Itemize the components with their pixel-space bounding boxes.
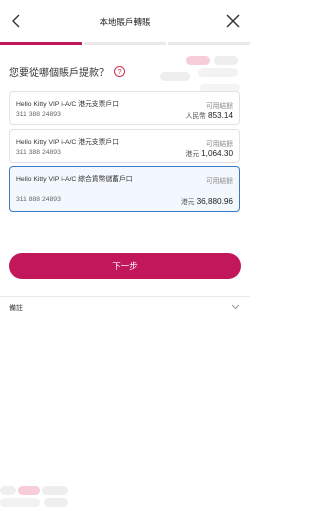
account-number: 311 888 24893: [16, 196, 61, 203]
question-text: 您要從哪個賬戶提款？: [9, 68, 109, 79]
progress-separator: [166, 42, 168, 45]
account-name: Hello Kitty VIP i-A/C 港元支票戶口: [16, 101, 119, 108]
decor-shape: [198, 68, 238, 77]
header-bar: 本地賬戶轉賬: [0, 0, 250, 42]
available-balance-label: 可用結餘: [205, 141, 233, 148]
account-number: 311 388 24893: [16, 111, 61, 118]
account-balance: 港元 36,880.96: [181, 196, 233, 206]
decor-shape: [44, 498, 68, 507]
account-name: Hello Kitty VIP i-A/C 港元支票戶口: [16, 139, 119, 146]
decor-shape: [0, 498, 40, 507]
step-progress-bar: [0, 42, 250, 45]
remark-label[interactable]: 備註: [9, 303, 23, 313]
question-circle-icon[interactable]: ?: [114, 66, 125, 77]
page-title: 本地賬戶轉賬: [99, 17, 151, 27]
close-icon[interactable]: [225, 13, 241, 29]
decor-shape: [186, 56, 210, 65]
balance-currency: 人民幣: [185, 113, 206, 120]
withdraw-account-question: 您要從哪個賬戶提款？ ?: [9, 64, 125, 79]
decor-shape: [160, 72, 190, 81]
decor-shape: [0, 486, 16, 495]
account-card[interactable]: Hello Kitty VIP i-A/C 港元支票戶口 311 388 248…: [9, 129, 240, 163]
decor-shape: [42, 486, 68, 495]
available-balance-label: 可用結餘: [205, 178, 233, 185]
balance-amount: 1,064.30: [201, 149, 233, 158]
next-button[interactable]: 下一步: [9, 253, 241, 279]
account-card-selected[interactable]: Hello Kitty VIP i-A/C 綜合貨幣儲蓄戶口 311 888 2…: [9, 166, 240, 212]
balance-amount: 853.14: [207, 111, 233, 120]
balance-currency: 港元: [185, 151, 200, 158]
account-balance: 人民幣 853.14: [186, 110, 233, 120]
decor-shape: [214, 56, 238, 65]
account-number: 311 388 24893: [16, 149, 61, 156]
available-balance-label: 可用結餘: [205, 103, 233, 110]
progress-separator: [82, 42, 84, 45]
progress-step-active: [0, 42, 82, 45]
balance-currency: 港元: [180, 199, 195, 206]
account-balance: 港元 1,064.30: [186, 148, 233, 158]
account-name: Hello Kitty VIP i-A/C 綜合貨幣儲蓄戶口: [16, 176, 133, 183]
divider: [0, 296, 250, 297]
account-card[interactable]: Hello Kitty VIP i-A/C 港元支票戶口 311 388 248…: [9, 91, 240, 125]
chevron-down-icon[interactable]: [231, 302, 240, 311]
decor-shape: [18, 486, 40, 495]
balance-amount: 36,880.96: [196, 197, 233, 206]
